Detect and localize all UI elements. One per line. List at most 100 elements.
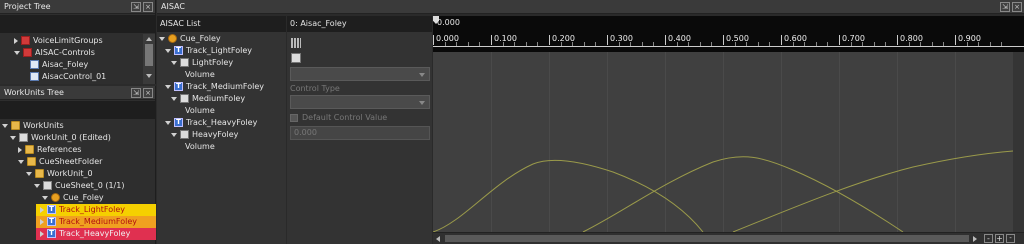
list-item[interactable]: WorkUnit_0 (Edited) [10, 132, 111, 144]
hscroll-thumb[interactable] [445, 235, 969, 242]
item-label: VoiceLimitGroups [33, 36, 103, 45]
collapse-arrow-icon[interactable] [18, 159, 24, 164]
collapse-arrow-icon[interactable] [171, 96, 177, 101]
scroll-thumb[interactable] [145, 44, 153, 66]
expand-arrow-icon[interactable] [40, 218, 44, 225]
list-item[interactable]: Cue_Foley [159, 33, 221, 45]
folder-icon [21, 36, 30, 45]
list-item[interactable]: T Track_HeavyFoley [165, 117, 257, 129]
scroll-down-icon[interactable] [146, 74, 152, 78]
cursor-value-text: 0.000 [437, 18, 460, 27]
ruler-minor-tick [908, 42, 910, 46]
pin-icon[interactable]: ⇲ [1000, 2, 1010, 12]
list-item[interactable]: Aisac_Foley [30, 59, 142, 71]
curve-tool-icon[interactable] [291, 53, 301, 63]
ruler-minor-tick [873, 42, 875, 46]
editor-title: 0: Aisac_Foley [290, 19, 347, 28]
collapse-arrow-icon[interactable] [165, 120, 171, 125]
default-control-input[interactable]: 0.000 [290, 126, 430, 140]
expand-arrow-icon[interactable] [40, 206, 44, 213]
list-item[interactable]: WorkUnit_0 [26, 168, 93, 180]
list-item[interactable]: HeavyFoley [171, 129, 238, 141]
fit-icon[interactable]: - [1006, 234, 1015, 243]
ruler-minor-tick [502, 42, 504, 46]
close-icon[interactable]: × [143, 88, 153, 98]
grid-icon[interactable] [291, 38, 301, 48]
workunits-tree-panel: WorkUnits Tree ⇲ × WorkUnits WorkUnit_0 … [0, 86, 156, 244]
list-item[interactable]: VoiceLimitGroups [14, 35, 103, 47]
ruler-tick [549, 35, 550, 45]
scroll-up-icon[interactable] [146, 37, 152, 41]
list-item[interactable]: T Track_MediumFoley [165, 81, 264, 93]
list-item[interactable]: Cue_Foley [42, 192, 104, 204]
collapse-arrow-icon[interactable] [159, 36, 165, 41]
zoom-out-icon[interactable]: - [984, 234, 993, 243]
collapse-arrow-icon[interactable] [165, 48, 171, 53]
collapse-arrow-icon[interactable] [2, 123, 8, 128]
curve-plot[interactable] [433, 52, 1013, 232]
list-item[interactable]: LightFoley [171, 57, 233, 69]
item-label: Volume [185, 106, 215, 115]
scroll-left-icon[interactable] [436, 236, 440, 242]
workunits-tree-title: WorkUnits Tree [4, 88, 64, 97]
collapse-arrow-icon[interactable] [171, 60, 177, 65]
list-item[interactable]: References [18, 144, 81, 156]
expand-arrow-icon[interactable] [14, 37, 18, 44]
collapse-arrow-icon[interactable] [42, 195, 48, 200]
workunits-tree-toolbar [0, 101, 156, 119]
scroll-right-icon[interactable] [973, 236, 977, 242]
item-label: AISAC-Controls [35, 48, 95, 57]
item-label: Track_HeavyFoley [186, 118, 258, 127]
item-label: Aisac_Foley [42, 60, 89, 69]
ruler-minor-tick [804, 42, 806, 46]
graph-vscroll[interactable] [1013, 52, 1024, 232]
list-item[interactable]: WorkUnits [2, 120, 64, 132]
project-tree-scrollbar[interactable] [143, 34, 155, 84]
expand-arrow-icon[interactable] [18, 146, 22, 153]
default-control-checkbox[interactable] [290, 114, 298, 122]
collapse-arrow-icon[interactable] [171, 132, 177, 137]
zoom-in-icon[interactable]: + [995, 234, 1004, 243]
list-item[interactable]: AISAC-Controls [14, 47, 95, 59]
collapse-arrow-icon[interactable] [14, 50, 20, 55]
folder-icon [25, 145, 34, 154]
collapse-arrow-icon[interactable] [10, 135, 16, 140]
list-item[interactable]: MediumFoley [171, 93, 245, 105]
list-item[interactable]: Volume [185, 69, 215, 81]
folder-icon [11, 121, 20, 130]
ruler-tick [839, 35, 840, 45]
pin-icon[interactable]: ⇲ [131, 88, 141, 98]
expand-arrow-icon[interactable] [40, 230, 44, 237]
list-item[interactable]: T Track_LightFoley [36, 204, 156, 216]
aisac-select[interactable] [290, 67, 430, 81]
ruler-minor-tick [931, 42, 933, 46]
ruler-minor-tick [572, 42, 574, 46]
close-icon[interactable]: × [1012, 2, 1022, 12]
collapse-arrow-icon[interactable] [34, 183, 40, 188]
item-label: LightFoley [192, 58, 234, 67]
collapse-arrow-icon[interactable] [165, 84, 171, 89]
light-foley-curve[interactable] [433, 159, 704, 232]
aisac-header: AISAC [157, 0, 1024, 14]
item-label: HeavyFoley [192, 130, 239, 139]
graph-hscroll[interactable]: - + - [433, 232, 1024, 244]
list-item[interactable]: T Track_MediumFoley [36, 216, 156, 228]
list-item[interactable]: T Track_LightFoley [165, 45, 252, 57]
default-control-label: Default Control Value [302, 113, 387, 122]
list-item[interactable]: CueSheet_0 (1/1) [34, 180, 124, 192]
default-control-value: 0.000 [294, 128, 317, 137]
list-item[interactable]: AisacControl_01 [30, 71, 142, 83]
ruler-minor-tick [862, 42, 864, 46]
aisac-graph[interactable]: 0.000 - + - 0.000 0.100 0.200 0.300 0.400 0.5… [433, 16, 1024, 244]
list-item[interactable]: T Track_HeavyFoley [36, 228, 156, 240]
medium-foley-curve[interactable] [582, 156, 904, 232]
item-label: WorkUnit_0 (Edited) [31, 133, 111, 142]
list-item[interactable]: CueSheetFolder [18, 156, 102, 168]
list-item[interactable]: Volume [185, 141, 215, 153]
ruler-tick [955, 35, 956, 45]
list-item[interactable]: Volume [185, 105, 215, 117]
pin-icon[interactable]: ⇲ [131, 2, 141, 12]
control-type-select[interactable] [290, 95, 430, 109]
collapse-arrow-icon[interactable] [26, 171, 32, 176]
close-icon[interactable]: × [143, 2, 153, 12]
